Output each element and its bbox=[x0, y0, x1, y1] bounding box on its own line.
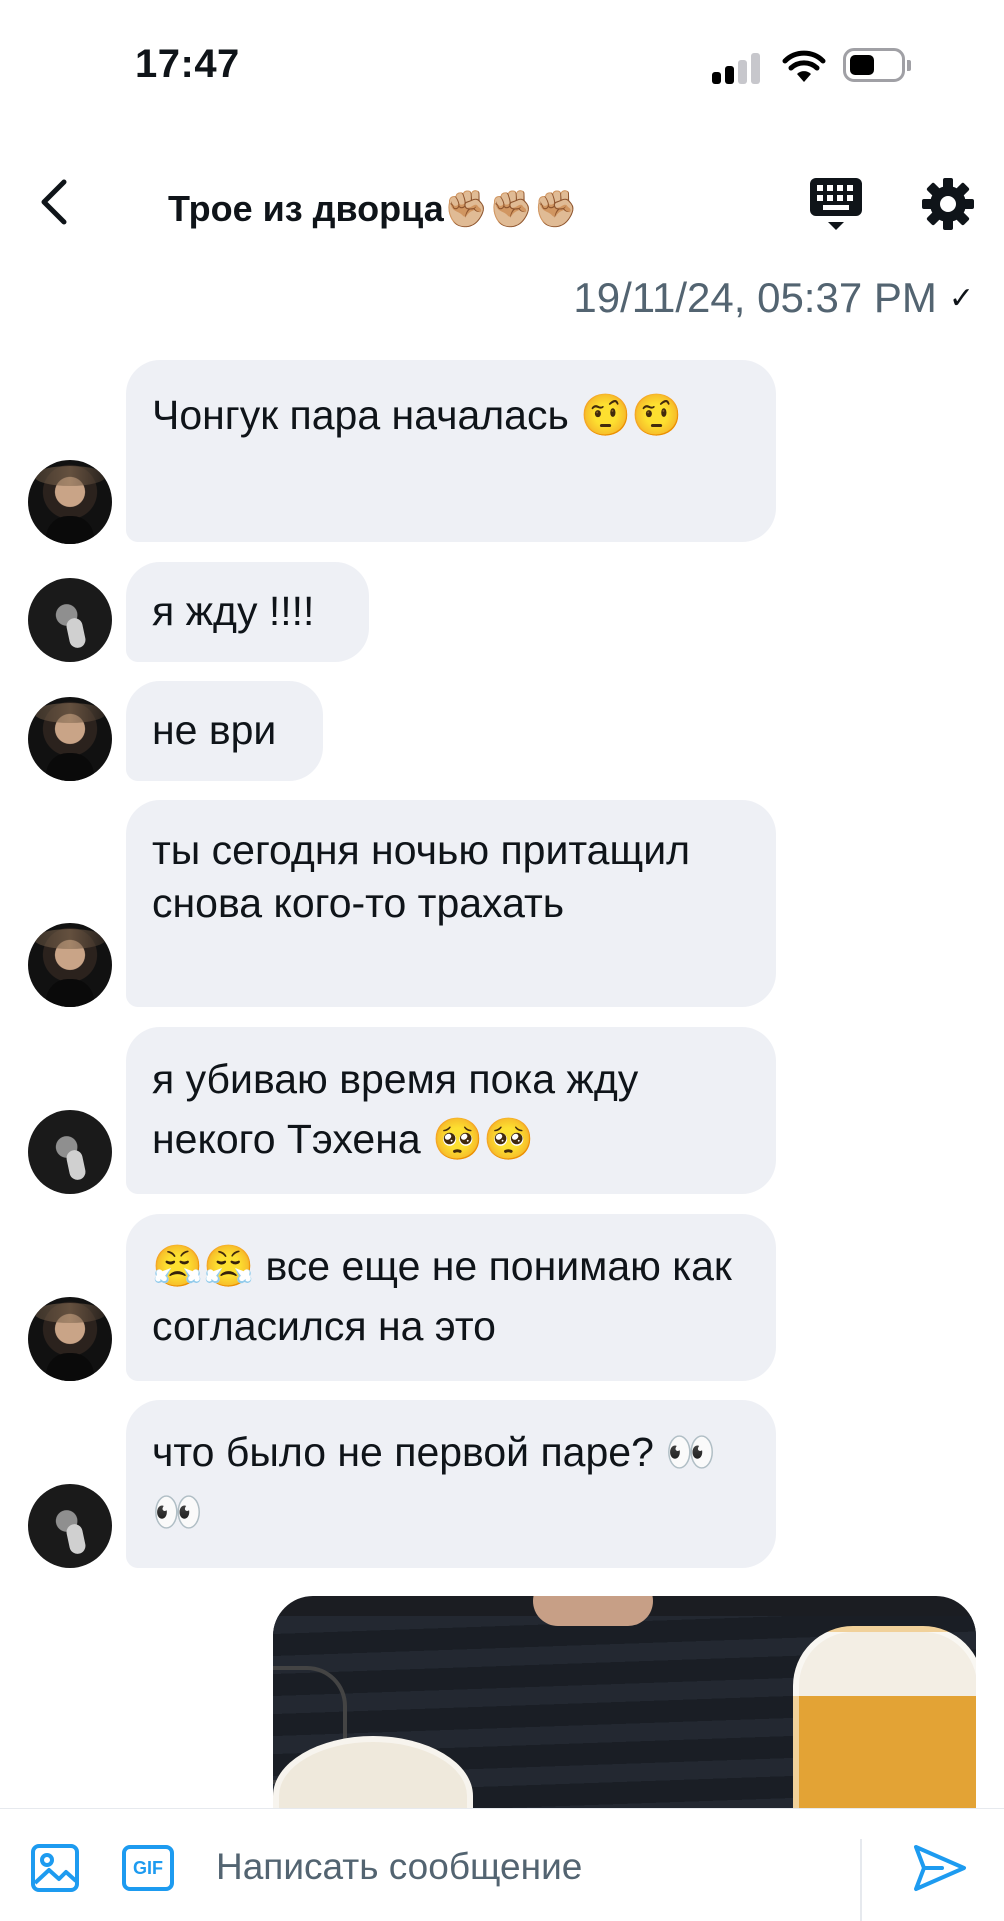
avatar[interactable] bbox=[28, 923, 112, 1007]
timestamp-text: 19/11/24, 05:37 PM bbox=[573, 274, 937, 321]
avatar[interactable] bbox=[28, 1110, 112, 1194]
message-bubble[interactable]: я убиваю время пока жду некого Тэхена 🥺🥺 bbox=[126, 1027, 776, 1194]
battery-icon bbox=[843, 48, 913, 84]
conversation-title[interactable]: Трое из дворца✊🏼✊🏼✊🏼 bbox=[168, 188, 578, 230]
avatar[interactable] bbox=[28, 1484, 112, 1568]
avatar[interactable] bbox=[28, 578, 112, 662]
status-bar: 17:47 bbox=[0, 0, 1004, 120]
send-icon[interactable] bbox=[912, 1841, 968, 1895]
message-input[interactable] bbox=[210, 1833, 862, 1901]
message-bubble[interactable]: я жду !!!! bbox=[126, 562, 369, 662]
avatar[interactable] bbox=[28, 1297, 112, 1381]
photo-detail bbox=[793, 1626, 976, 1808]
message-composer: GIF bbox=[0, 1808, 1004, 1921]
keyboard-icon[interactable] bbox=[808, 176, 864, 232]
avatar[interactable] bbox=[28, 697, 112, 781]
photo-detail bbox=[533, 1596, 653, 1626]
read-check-icon: ✓ bbox=[948, 281, 974, 315]
avatar[interactable] bbox=[28, 460, 112, 544]
message-bubble[interactable]: 😤😤 все еще не понимаю как согласился на … bbox=[126, 1214, 776, 1381]
message-bubble[interactable]: ты сегодня ночью притащил снова кого-то … bbox=[126, 800, 776, 1007]
gif-button[interactable]: GIF bbox=[122, 1845, 174, 1891]
back-button[interactable] bbox=[28, 172, 88, 232]
image-icon[interactable] bbox=[30, 1843, 80, 1893]
message-bubble[interactable]: Чонгук пара началась 🤨🤨 bbox=[126, 360, 776, 542]
message-timestamp: 19/11/24, 05:37 PM ✓ bbox=[573, 274, 974, 322]
message-bubble[interactable]: что было не первой паре? 👀👀 bbox=[126, 1400, 776, 1568]
gear-icon[interactable] bbox=[920, 176, 976, 232]
message-bubble[interactable]: не ври bbox=[126, 681, 323, 781]
cellular-signal-icon bbox=[712, 52, 764, 84]
status-time: 17:47 bbox=[135, 42, 240, 86]
media-message-image[interactable] bbox=[273, 1596, 976, 1808]
chat-header: Трое из дворца✊🏼✊🏼✊🏼 bbox=[0, 150, 1004, 260]
wifi-icon bbox=[782, 50, 826, 82]
divider bbox=[860, 1839, 862, 1921]
